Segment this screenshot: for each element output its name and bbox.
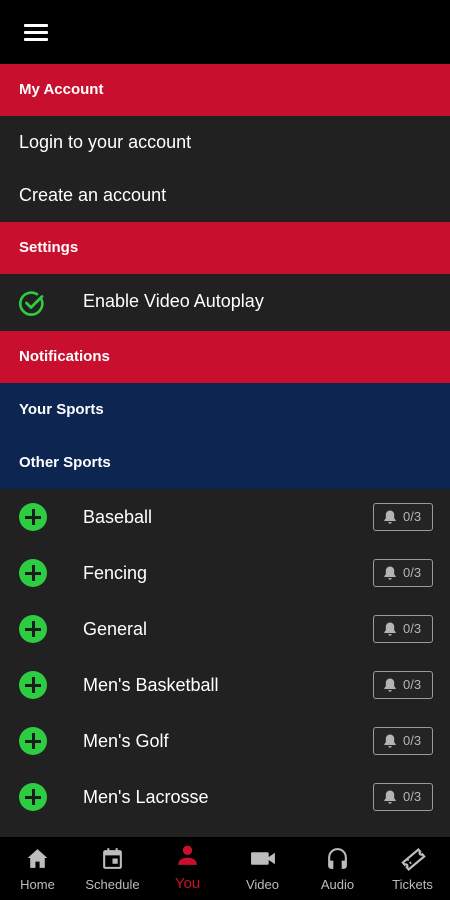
bell-icon [384,734,396,748]
nav-video[interactable]: Video [225,837,300,900]
nav-label: Tickets [392,877,433,892]
create-account-link[interactable]: Create an account [0,169,450,222]
badge-count: 0/3 [403,621,422,636]
person-icon [178,845,197,865]
nav-tickets[interactable]: Tickets [375,837,450,900]
notifications-header: Notifications [0,331,450,383]
sport-name: Men's Golf [83,731,169,751]
autoplay-setting-row[interactable]: Enable Video Autoplay [0,274,450,331]
nav-home[interactable]: Home [0,837,75,900]
check-circle-icon[interactable] [18,289,46,317]
add-icon[interactable] [19,503,47,531]
badge-count: 0/3 [403,677,422,692]
home-icon [27,849,48,868]
notification-badge[interactable]: 0/3 [373,503,433,531]
add-icon[interactable] [19,615,47,643]
nav-label: Audio [320,877,355,892]
badge-count: 0/3 [403,509,422,524]
list-item: Men's Basketball 0/3 [0,657,450,713]
bottom-navigation: Home Schedule You Video Audio Tickets [0,837,450,900]
nav-audio[interactable]: Audio [300,837,375,900]
add-icon[interactable] [19,783,47,811]
video-camera-icon [251,852,275,865]
badge-count: 0/3 [403,733,422,748]
calendar-icon [103,848,122,869]
ticket-icon [401,847,426,872]
list-item: General 0/3 [0,601,450,657]
bell-icon [384,622,396,636]
badge-count: 0/3 [403,789,422,804]
login-link[interactable]: Login to your account [0,116,450,169]
bell-icon [384,790,396,804]
list-item: Fencing 0/3 [0,545,450,601]
list-item: Baseball 0/3 [0,489,450,545]
sport-name: Baseball [83,507,153,527]
nav-label: You [174,875,201,892]
list-item: Men's Lacrosse 0/3 [0,769,450,825]
sport-name: Men's Basketball [83,675,219,695]
autoplay-label: Enable Video Autoplay [83,291,264,311]
badge-count: 0/3 [403,565,422,580]
settings-header: Settings [0,222,450,274]
notification-badge[interactable]: 0/3 [373,727,433,755]
other-sports-tab[interactable]: Other Sports [0,436,450,489]
bell-icon [384,510,396,524]
bell-icon [384,566,396,580]
my-account-header: My Account [0,64,450,116]
notification-badge[interactable]: 0/3 [373,559,433,587]
add-icon[interactable] [19,671,47,699]
nav-you[interactable]: You [150,837,225,900]
hamburger-icon[interactable] [24,24,50,42]
add-icon[interactable] [19,727,47,755]
nav-label: Home [20,877,55,892]
notification-badge[interactable]: 0/3 [373,671,433,699]
headphones-icon [328,848,347,869]
top-app-bar [0,0,450,64]
nav-schedule[interactable]: Schedule [75,837,150,900]
list-item: Men's Golf 0/3 [0,713,450,769]
your-sports-tab[interactable]: Your Sports [0,383,450,436]
nav-label: Video [245,877,279,892]
sport-name: Fencing [83,563,148,583]
sport-name: General [83,619,148,639]
notification-badge[interactable]: 0/3 [373,783,433,811]
sport-name: Men's Lacrosse [83,787,209,807]
bell-icon [384,678,396,692]
add-icon[interactable] [19,559,47,587]
notification-badge[interactable]: 0/3 [373,615,433,643]
nav-label: Schedule [85,877,140,892]
